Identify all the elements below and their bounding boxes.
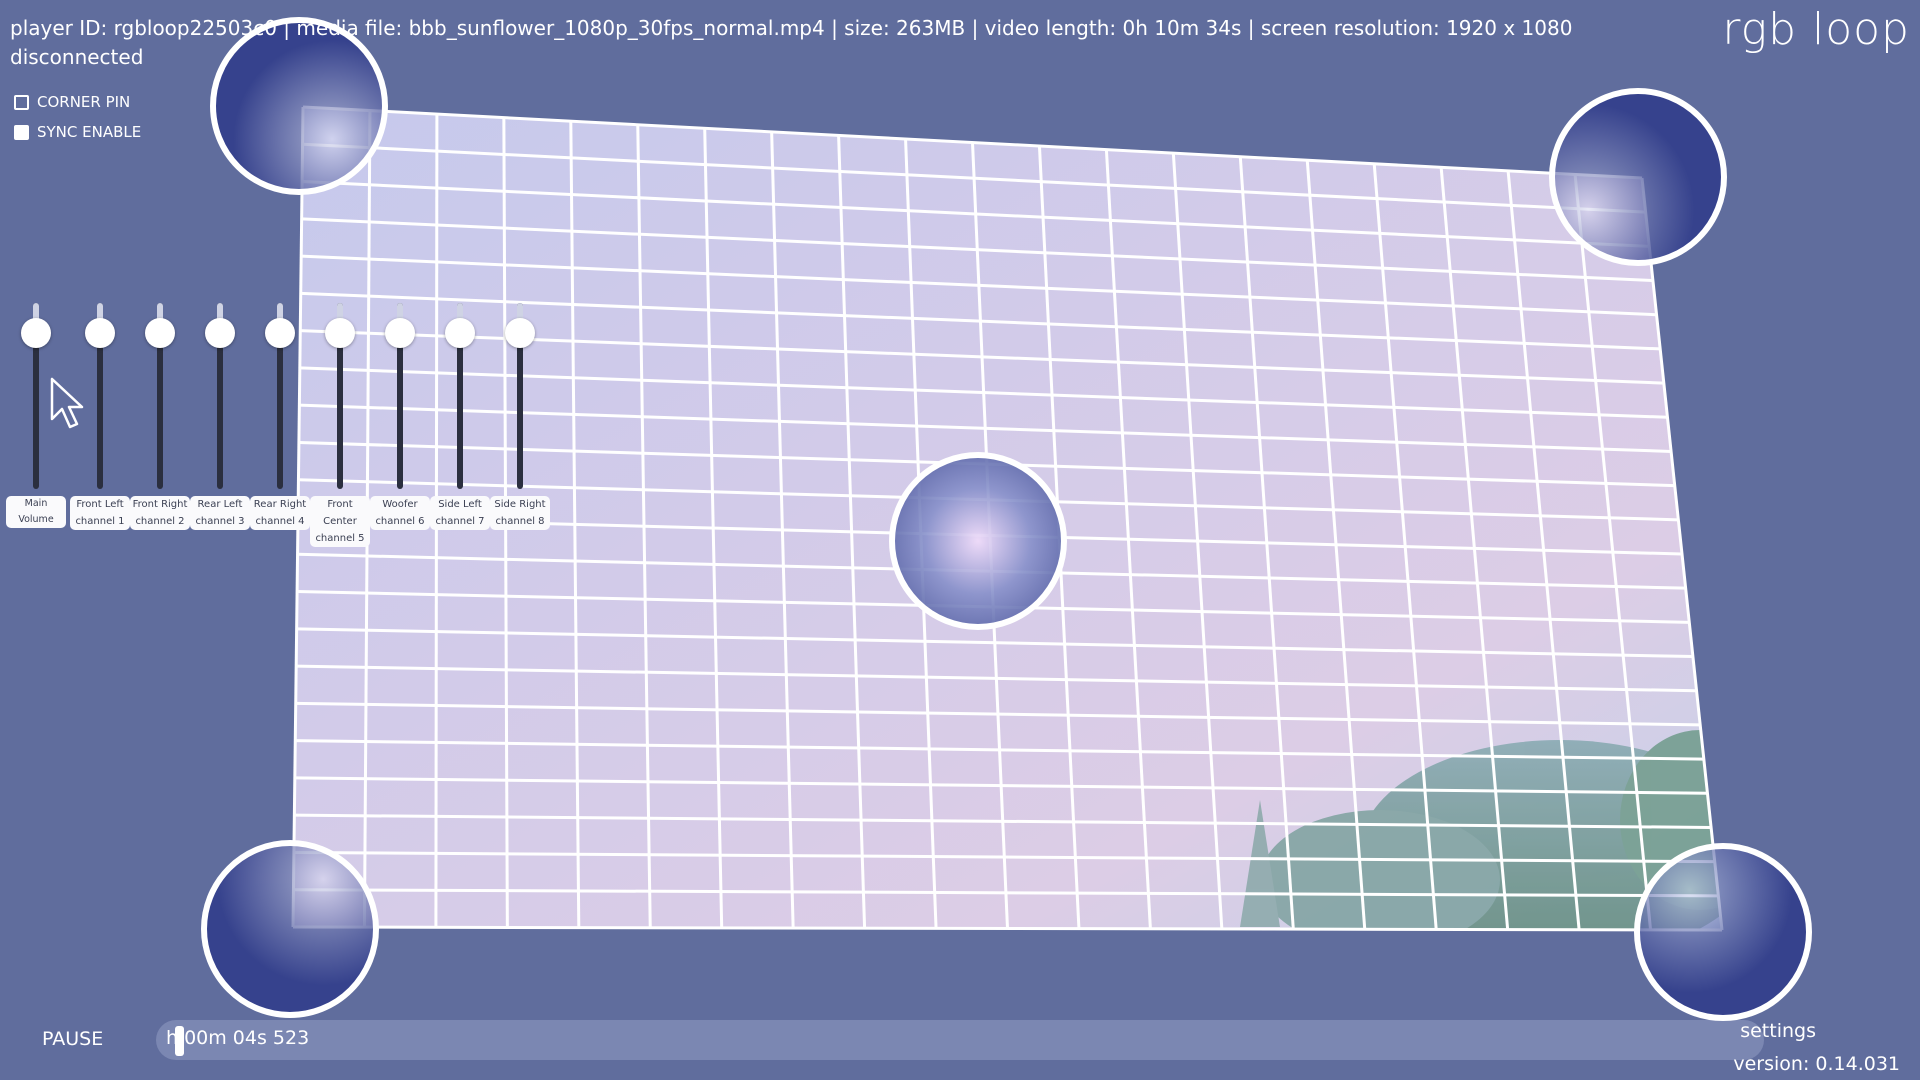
sync-enable-label: SYNC ENABLE	[37, 123, 142, 141]
version-label: version: 0.14.031	[1733, 1053, 1900, 1075]
fader-knob[interactable]	[325, 317, 355, 348]
fader-label: Woofer channel 6	[370, 496, 430, 530]
fader-label: Side Right channel 8	[490, 496, 550, 530]
center-handle[interactable]	[889, 452, 1067, 630]
info-panel: player ID: rgbloop22503c0 | media file: …	[10, 14, 1572, 72]
corner-handle-top-right[interactable]	[1549, 88, 1727, 266]
fader-knob[interactable]	[85, 317, 115, 348]
pause-button[interactable]: PAUSE	[42, 1028, 103, 1050]
brand-logo: rgb loop	[1722, 4, 1910, 55]
options-panel: CORNER PIN SYNC ENABLE	[14, 87, 141, 147]
fader-label: Front Right channel 2	[130, 496, 190, 530]
fader-label: Main Volume	[6, 496, 66, 528]
fader-knob[interactable]	[445, 317, 475, 348]
timecode-display: h 00m 04s 523	[166, 1027, 310, 1049]
corner-pin-label: CORNER PIN	[37, 93, 131, 111]
corner-pin-checkbox[interactable]	[14, 94, 29, 110]
corner-pin-option[interactable]: CORNER PIN	[14, 87, 141, 117]
fader-label: Front Center channel 5	[310, 496, 370, 547]
connection-status: disconnected	[10, 45, 144, 69]
corner-handle-bottom-right[interactable]	[1634, 843, 1812, 1021]
fader-label: Rear Left channel 3	[190, 496, 250, 530]
settings-button[interactable]: settings	[1740, 1020, 1816, 1042]
fader-knob[interactable]	[265, 317, 295, 348]
sync-enable-option[interactable]: SYNC ENABLE	[14, 117, 141, 147]
corner-handle-bottom-left[interactable]	[201, 840, 379, 1018]
mouse-pointer-icon	[50, 377, 84, 429]
fader-knob[interactable]	[21, 317, 51, 348]
fader-label: Side Left channel 7	[430, 496, 490, 530]
player-info-line: player ID: rgbloop22503c0 | media file: …	[10, 16, 1573, 40]
fader-knob[interactable]	[505, 317, 535, 348]
fader-knob[interactable]	[205, 317, 235, 348]
fader-knob[interactable]	[145, 317, 175, 348]
fader-label: Front Left channel 1	[70, 496, 130, 530]
fader-knob[interactable]	[385, 317, 415, 348]
seek-bar[interactable]: h 00m 04s 523	[156, 1020, 1764, 1060]
sync-enable-checkbox[interactable]	[14, 124, 29, 140]
fader-label: Rear Right channel 4	[250, 496, 310, 530]
